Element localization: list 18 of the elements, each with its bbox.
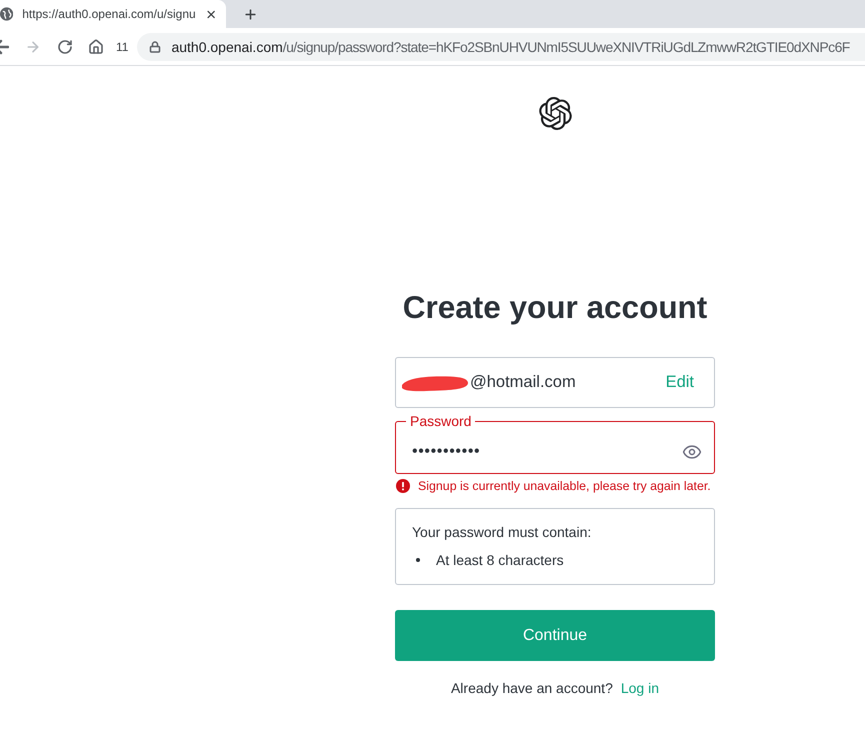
login-prompt: Already have an account?	[450, 679, 613, 697]
email-text: @hotmail.com	[470, 373, 576, 392]
address-bar[interactable]: auth0.openai.com/u/signup/password?state=hKFo2SBnUHVUNmI5SUUweXNIVTRiUGdLZmwwR2tGTIE0dXNPc6F	[137, 32, 865, 60]
plus-icon[interactable]	[243, 6, 258, 22]
page-title: Create your account	[402, 289, 708, 325]
lock-icon	[149, 40, 162, 52]
requirement-item: At least 8 characters	[436, 551, 564, 569]
bullet-icon	[416, 558, 420, 562]
requirements-heading: Your password must contain:	[412, 523, 592, 541]
logo-icon	[538, 97, 572, 130]
globe-icon	[0, 7, 14, 21]
reload-icon[interactable]	[57, 38, 73, 54]
error-icon	[396, 479, 410, 493]
browser-tab[interactable]: https://auth0.openai.com/u/signu	[0, 0, 226, 28]
home-icon[interactable]	[88, 38, 104, 54]
back-arrow-icon[interactable]	[0, 38, 9, 54]
error-message: Signup is currently unavailable, please try again later.	[418, 479, 711, 493]
toolbar-number: 11	[116, 40, 128, 54]
